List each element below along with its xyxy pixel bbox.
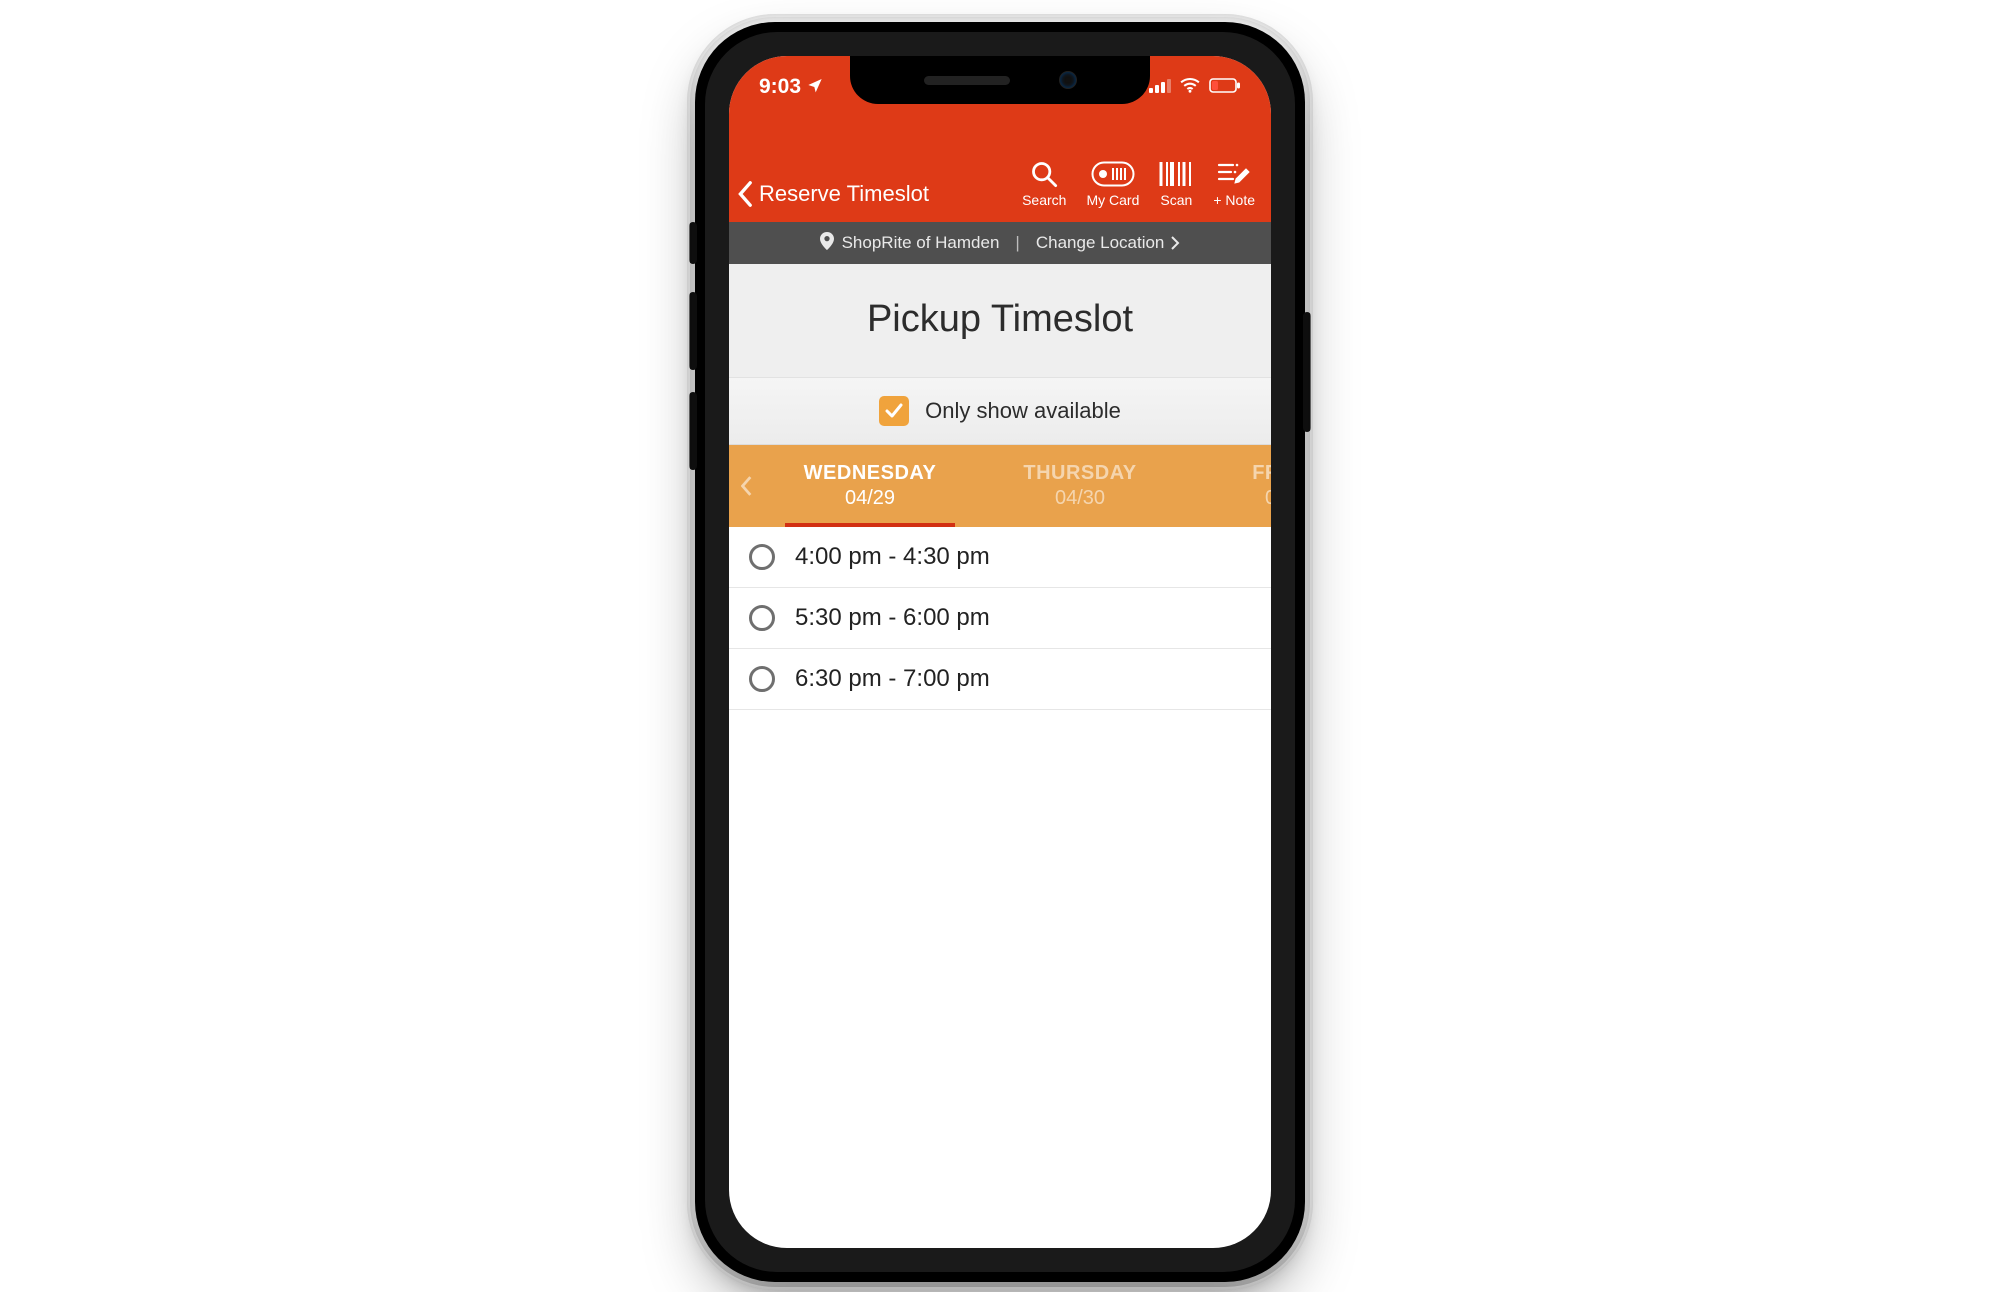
- note-edit-icon: [1217, 158, 1251, 190]
- location-services-icon: [807, 75, 823, 99]
- timeslot-label: 5:30 pm - 6:00 pm: [795, 604, 990, 632]
- prev-day-button[interactable]: [729, 445, 765, 527]
- timeslot-option[interactable]: 6:30 pm - 7:00 pm: [729, 649, 1271, 710]
- only-available-label: Only show available: [925, 398, 1121, 424]
- day-tab-thursday[interactable]: THURSDAY 04/30: [975, 445, 1185, 527]
- search-button[interactable]: Search: [1022, 158, 1066, 208]
- day-date: 05/01: [1265, 487, 1271, 510]
- location-bar: ShopRite of Hamden | Change Location: [729, 222, 1271, 264]
- mute-switch[interactable]: [689, 222, 697, 264]
- card-icon: [1091, 158, 1135, 190]
- only-available-checkbox[interactable]: [879, 396, 909, 426]
- phone-frame: 9:03: [695, 22, 1305, 1282]
- volume-down-button[interactable]: [689, 392, 697, 470]
- add-note-button[interactable]: + Note: [1213, 158, 1255, 208]
- separator: |: [1015, 233, 1019, 253]
- radio-unchecked-icon: [749, 605, 775, 631]
- header-toolbar: Search My Card: [1022, 158, 1255, 208]
- toolbar-label: Scan: [1160, 192, 1192, 208]
- radio-unchecked-icon: [749, 666, 775, 692]
- toolbar-label: Search: [1022, 192, 1066, 208]
- timeslot-label: 4:00 pm - 4:30 pm: [795, 543, 990, 571]
- filter-row: Only show available: [729, 378, 1271, 445]
- status-time: 9:03: [759, 75, 801, 99]
- wifi-icon: [1179, 75, 1201, 99]
- radio-unchecked-icon: [749, 544, 775, 570]
- phone-notch: [850, 56, 1150, 104]
- day-tab-wednesday[interactable]: WEDNESDAY 04/29: [765, 445, 975, 527]
- map-pin-icon: [820, 232, 834, 255]
- cellular-icon: [1149, 75, 1171, 99]
- chevron-right-icon: [1170, 236, 1180, 250]
- toolbar-label: + Note: [1213, 192, 1255, 208]
- search-icon: [1030, 158, 1058, 190]
- day-date: 04/29: [845, 487, 895, 510]
- day-date: 04/30: [1055, 487, 1105, 510]
- day-of-week: THURSDAY: [1023, 462, 1136, 485]
- day-of-week: FRIDAY: [1252, 462, 1271, 485]
- page-title-section: Pickup Timeslot: [729, 264, 1271, 378]
- check-icon: [884, 401, 904, 421]
- toolbar-label: My Card: [1086, 192, 1139, 208]
- day-selector: WEDNESDAY 04/29 THURSDAY 04/30 FRIDAY 05…: [729, 445, 1271, 527]
- scan-button[interactable]: Scan: [1159, 158, 1193, 208]
- back-label: Reserve Timeslot: [759, 181, 929, 207]
- barcode-icon: [1159, 158, 1193, 190]
- battery-icon: [1209, 75, 1241, 99]
- page-title: Pickup Timeslot: [729, 298, 1271, 341]
- store-name: ShopRite of Hamden: [842, 233, 1000, 253]
- chevron-left-icon: [737, 180, 755, 208]
- volume-up-button[interactable]: [689, 292, 697, 370]
- power-button[interactable]: [1303, 312, 1311, 432]
- app-header: Reserve Timeslot Search: [729, 114, 1271, 222]
- back-button[interactable]: Reserve Timeslot: [737, 180, 929, 208]
- speaker-grille: [924, 76, 1010, 85]
- change-location-button[interactable]: Change Location: [1036, 233, 1181, 253]
- chevron-left-icon: [741, 476, 753, 496]
- timeslot-label: 6:30 pm - 7:00 pm: [795, 665, 990, 693]
- timeslot-option[interactable]: 4:00 pm - 4:30 pm: [729, 527, 1271, 588]
- day-tab-friday[interactable]: FRIDAY 05/01: [1185, 445, 1271, 527]
- day-of-week: WEDNESDAY: [804, 462, 937, 485]
- timeslot-option[interactable]: 5:30 pm - 6:00 pm: [729, 588, 1271, 649]
- my-card-button[interactable]: My Card: [1086, 158, 1139, 208]
- front-camera: [1060, 72, 1076, 88]
- timeslot-list: 4:00 pm - 4:30 pm 5:30 pm - 6:00 pm 6:30…: [729, 527, 1271, 710]
- change-location-label: Change Location: [1036, 233, 1165, 253]
